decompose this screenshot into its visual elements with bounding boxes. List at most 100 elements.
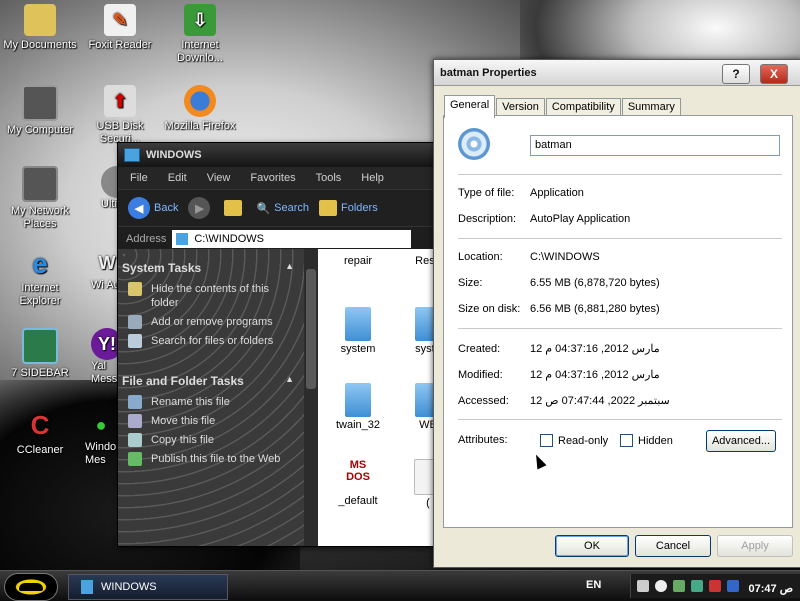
menu-help[interactable]: Help — [349, 172, 392, 184]
menu-tools[interactable]: Tools — [304, 172, 350, 184]
programs-icon — [128, 315, 142, 329]
messenger-icon: ● — [95, 414, 107, 435]
taskbar-button-windows[interactable]: WINDOWS — [68, 574, 228, 600]
desktop-icon-network-places[interactable]: My Network Places — [1, 166, 79, 231]
created-label: Created: — [458, 343, 501, 355]
computer-icon — [22, 85, 58, 121]
task-publish[interactable]: Publish this file to the Web — [118, 449, 304, 468]
tray-icon[interactable] — [727, 580, 739, 592]
menu-file[interactable]: File — [118, 172, 156, 184]
desktop-icon-label: Internet Explorer — [19, 282, 61, 307]
address-input[interactable]: C:\WINDOWS — [172, 230, 412, 248]
checkbox-box[interactable] — [620, 434, 633, 447]
desktop-icon-label: My Computer — [6, 124, 74, 136]
explorer-title-bar[interactable]: WINDOWS — [118, 143, 439, 167]
desktop-icon-internet-explorer[interactable]: e Internet Explorer — [1, 247, 79, 308]
desktop-icon-label: Mozilla Firefox — [164, 120, 236, 132]
desktop-icon-my-computer[interactable]: My Computer — [1, 85, 79, 137]
desktop-icon-foxit-reader[interactable]: ✎ Foxit Reader — [81, 4, 159, 52]
tray-icon[interactable] — [655, 580, 667, 592]
hidden-checkbox[interactable]: Hidden — [620, 434, 673, 447]
copy-icon — [128, 433, 142, 447]
menu-favorites[interactable]: Favorites — [238, 172, 303, 184]
task-pane-scrollbar[interactable] — [304, 249, 318, 546]
menu-view[interactable]: View — [195, 172, 239, 184]
modified-value: 12 مارس 2012, 04:37:16 م — [530, 369, 660, 381]
size-row: Size: 6.55 MB (6,878,720 bytes) — [458, 277, 660, 289]
task-search-files[interactable]: Search for files or folders — [118, 331, 304, 350]
file-item-system[interactable]: system — [323, 307, 393, 355]
description-label: Description: — [458, 213, 517, 225]
tray-icon[interactable] — [673, 580, 685, 592]
tab-general[interactable]: General — [444, 95, 496, 118]
desktop-icon-my-documents[interactable]: My Documents — [1, 4, 79, 52]
general-panel: batman Type of file: Application Descript… — [443, 115, 793, 528]
accessed-row: Accessed: 12 سبتمبر 2022, 07:47:44 ص — [458, 394, 670, 407]
location-value: C:\WINDOWS — [530, 251, 600, 263]
ok-button[interactable]: OK — [555, 535, 629, 557]
hidden-label: Hidden — [638, 434, 673, 447]
folders-icon — [319, 200, 338, 216]
back-button[interactable]: ◀ Back — [128, 197, 178, 219]
language-indicator[interactable]: EN — [586, 579, 601, 591]
folder-icon — [81, 580, 93, 594]
folder-up-icon — [224, 200, 243, 216]
tray-icon[interactable] — [637, 580, 649, 592]
task-pane: System Tasks ▲ Hide the contents of this… — [118, 249, 304, 546]
back-label: Back — [154, 202, 179, 214]
system-tasks-header[interactable]: System Tasks ▲ — [118, 249, 304, 279]
task-move[interactable]: Move this file — [118, 411, 304, 430]
desktop-icon-ccleaner[interactable]: C CCleaner — [1, 409, 79, 457]
firefox-icon — [184, 85, 216, 117]
checkbox-box[interactable] — [540, 434, 553, 447]
usb-security-icon[interactable] — [709, 580, 721, 592]
task-hide-contents[interactable]: Hide the contents of this folder — [118, 279, 304, 312]
file-tasks-header[interactable]: File and Folder Tasks ▲ — [118, 350, 304, 392]
file-item-twain32[interactable]: twain_32 — [323, 383, 393, 431]
folders-button[interactable]: Folders — [319, 200, 378, 216]
collapse-icon[interactable]: ▲ — [285, 261, 294, 275]
taskbar-button-label: WINDOWS — [101, 581, 157, 593]
size-on-disk-row: Size on disk: 6.56 MB (6,881,280 bytes) — [458, 303, 660, 315]
up-button[interactable] — [224, 200, 246, 216]
explorer-window[interactable]: WINDOWS File Edit View Favorites Tools H… — [117, 142, 440, 547]
file-item-default[interactable]: MS DOS _default — [323, 459, 393, 507]
rename-icon — [128, 395, 142, 409]
ie-icon: e — [32, 247, 48, 279]
readonly-checkbox[interactable]: Read-only — [540, 434, 608, 447]
desktop-icon-label: CCleaner — [16, 444, 64, 456]
forward-arrow-icon: ▶ — [188, 197, 211, 219]
forward-button[interactable]: ▶ — [188, 197, 214, 219]
start-button[interactable] — [4, 573, 58, 601]
dialog-title-bar[interactable]: batman Properties ? X — [434, 60, 800, 86]
address-label: Address — [126, 233, 167, 245]
desktop-icon-idm[interactable]: ⇩ Internet Downlo... — [161, 4, 239, 65]
divider — [458, 174, 782, 175]
folder-icon — [345, 383, 371, 417]
attributes-label: Attributes: — [458, 434, 508, 446]
collapse-icon[interactable]: ▲ — [285, 374, 294, 388]
search-button[interactable]: 🔍 Search — [256, 202, 309, 215]
advanced-button[interactable]: Advanced... — [706, 430, 776, 452]
file-item-repair[interactable]: repair — [323, 255, 393, 267]
scrollbar-thumb[interactable] — [306, 269, 316, 389]
desktop-icon-firefox[interactable]: Mozilla Firefox — [161, 85, 239, 133]
address-bar: Address C:\WINDOWS — [118, 226, 439, 251]
properties-dialog[interactable]: batman Properties ? X General Version Co… — [433, 59, 800, 568]
folder-icon — [24, 4, 56, 36]
menu-edit[interactable]: Edit — [156, 172, 195, 184]
help-button[interactable]: ? — [722, 64, 750, 84]
task-rename[interactable]: Rename this file — [118, 392, 304, 411]
tray-icon[interactable] — [691, 580, 703, 592]
task-add-remove-programs[interactable]: Add or remove programs — [118, 312, 304, 331]
apply-button[interactable]: Apply — [717, 535, 793, 557]
file-name-input[interactable]: batman — [530, 135, 780, 156]
task-label: Add or remove programs — [151, 316, 273, 328]
desktop-icon-usb-disk-security[interactable]: ⬆ USB Disk Securi... — [81, 85, 159, 146]
cancel-button[interactable]: Cancel — [635, 535, 711, 557]
network-icon — [22, 166, 58, 202]
close-button[interactable]: X — [760, 64, 788, 84]
task-copy[interactable]: Copy this file — [118, 430, 304, 449]
clock[interactable]: 07:47 ص — [748, 582, 793, 595]
desktop-icon-7-sidebar[interactable]: 7 SIDEBAR — [1, 328, 79, 380]
